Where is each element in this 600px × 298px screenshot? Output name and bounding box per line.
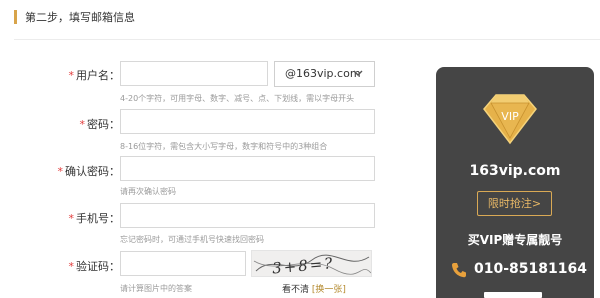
phone-hint: 忘记密码时，可通过手机号快速找回密码 [120,235,264,244]
domain-select[interactable]: @163vip.com [274,61,375,87]
password-input[interactable] [120,109,375,134]
promo-domain: 163vip.com [469,163,561,179]
captcha-image[interactable]: 3+8=? [251,250,372,277]
step-accent-bar [14,10,17,24]
confirm-password-label: * 确认密码： [57,165,121,178]
password-hint: 8-16位字符，需包含大小写字母，数字和符号中的3种组合 [120,142,328,151]
captcha-refresh-link[interactable]: [换一张] [312,285,346,295]
phone-icon [451,263,466,278]
phone-label: * 手机号： [68,212,121,225]
password-label: * 密码： [79,118,121,131]
confirm-password-input[interactable] [120,156,375,181]
required-mark: * [57,165,64,178]
captcha-hint: 请计算图片中的答案 [120,284,192,293]
confirm-password-hint: 请再次确认密码 [120,187,176,196]
domain-select-value: @163vip.com [285,67,361,80]
phone-input[interactable] [120,203,375,228]
promo-phone-number: 010-85181164 [474,261,587,277]
diamond-icon: VIP [483,94,537,145]
required-mark: * [68,212,75,225]
promo-slogan: 买VIP赠专属靓号 [467,233,563,247]
captcha-label: * 验证码： [68,260,121,273]
promo-secondary-button[interactable] [484,292,542,298]
page-title: 第二步，填写邮箱信息 [25,11,135,24]
username-hint: 4-20个字符，可用字母、数字、减号、点、下划线，需以字母开头 [120,94,355,103]
captcha-input[interactable] [120,251,246,276]
header-divider [14,39,600,40]
captcha-graphic: 3+8=? [253,254,371,277]
username-input[interactable] [120,61,268,86]
register-now-button[interactable]: 限时抢注> [477,191,552,216]
captcha-text: 3+8=? [271,254,335,277]
required-mark: * [79,118,86,131]
chevron-down-icon [353,70,363,76]
required-mark: * [68,69,75,82]
username-label: * 用户名： [68,69,121,82]
captcha-refresh[interactable]: 看不清 [换一张] [282,282,346,295]
vip-badge-text: VIP [501,110,519,123]
required-mark: * [68,260,75,273]
